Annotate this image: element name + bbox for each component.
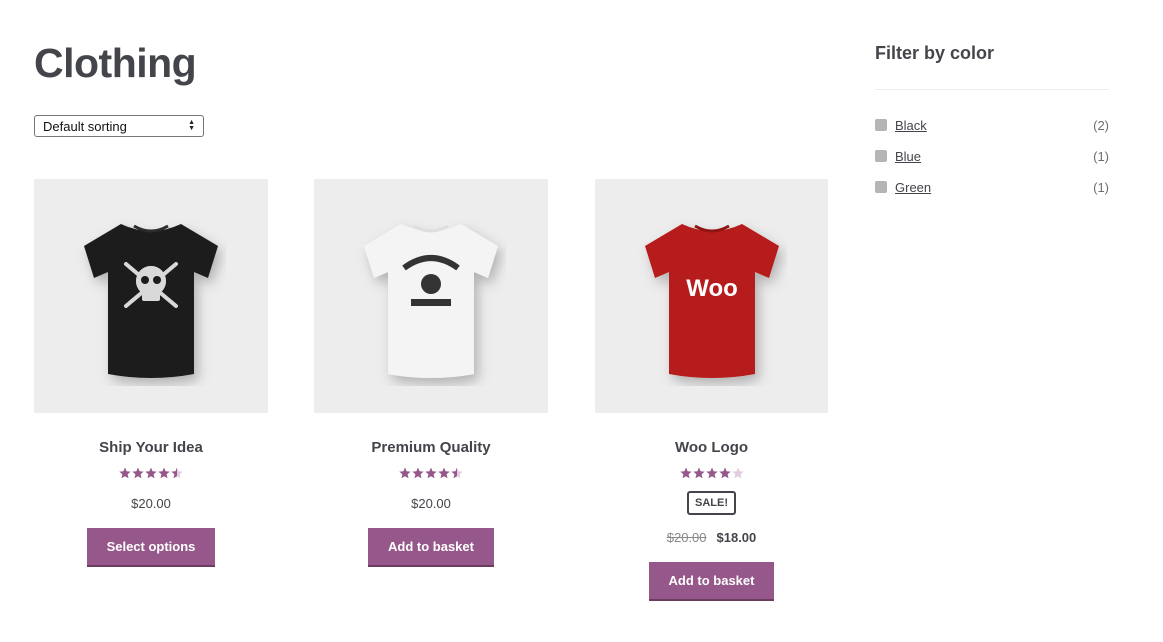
- shirt-graphic-text: Woo: [686, 275, 738, 302]
- filter-link[interactable]: Green: [895, 180, 1093, 195]
- product-card: Woo Woo Logo Sale! $20.00 $18.00 Add to b…: [595, 179, 828, 601]
- divider: [875, 89, 1109, 90]
- star-icon: [692, 467, 705, 479]
- star-icon: [679, 467, 692, 479]
- star-icon: [705, 467, 718, 479]
- filter-count: (2): [1093, 117, 1109, 133]
- price-amount: $20.00: [131, 496, 171, 511]
- star-icon: [425, 467, 437, 479]
- tshirt-black-icon: [84, 224, 218, 378]
- product-title[interactable]: Ship Your Idea: [34, 439, 268, 457]
- product-price: $20.00 $18.00: [595, 530, 828, 545]
- filter-count: (1): [1093, 148, 1109, 164]
- filter-item-blue: Blue (1): [875, 144, 1109, 175]
- product-image[interactable]: [314, 179, 548, 413]
- old-price: $20.00: [666, 530, 707, 545]
- price-amount: $18.00: [716, 530, 757, 545]
- widget-title: Filter by color: [875, 43, 995, 63]
- sort-select-value: Default sorting: [43, 118, 127, 134]
- star-icon: [718, 467, 731, 479]
- tshirt-white-icon: [364, 224, 498, 378]
- sort-select[interactable]: Default sorting ▲ ▼: [34, 115, 204, 137]
- star-rating: [34, 467, 268, 481]
- product-price: $20.00: [34, 496, 268, 511]
- filter-item-green: Green (1): [875, 175, 1109, 206]
- price-amount: $20.00: [411, 496, 451, 511]
- color-filter-list: Black (2) Blue (1) Green (1): [875, 113, 1109, 206]
- star-icon: [412, 467, 424, 479]
- product-title[interactable]: Woo Logo: [595, 439, 828, 457]
- add-to-basket-button[interactable]: Add to basket: [648, 562, 775, 601]
- checkbox-icon[interactable]: [875, 181, 887, 193]
- product-image[interactable]: [34, 179, 268, 413]
- page-title: Clothing: [34, 40, 197, 86]
- star-icon: [399, 467, 411, 479]
- star-icon: [132, 467, 144, 479]
- stars-icon: [119, 467, 183, 479]
- star-icon: [438, 467, 450, 479]
- product-image[interactable]: Woo: [595, 179, 828, 413]
- star-icon: [731, 467, 744, 479]
- star-icon: [145, 467, 157, 479]
- checkbox-icon[interactable]: [875, 150, 887, 162]
- add-to-basket-button[interactable]: Add to basket: [368, 528, 494, 567]
- checkbox-icon[interactable]: [875, 119, 887, 131]
- star-icon: [451, 467, 463, 479]
- product-price: $20.00: [314, 496, 548, 511]
- stars-icon: [399, 467, 463, 479]
- star-icon: [171, 467, 183, 479]
- tshirt-red-icon: Woo: [644, 224, 779, 378]
- filter-count: (1): [1093, 179, 1109, 195]
- star-rating: [314, 467, 548, 481]
- product-title[interactable]: Premium Quality: [314, 439, 548, 457]
- star-icon: [158, 467, 170, 479]
- sale-badge: Sale!: [687, 491, 736, 515]
- select-arrows-icon: ▲ ▼: [188, 119, 195, 132]
- filter-item-black: Black (2): [875, 113, 1109, 144]
- star-icon: [119, 467, 131, 479]
- product-card: Premium Quality $20.00 Add to basket: [314, 179, 548, 567]
- star-rating: [595, 467, 828, 481]
- filter-link[interactable]: Blue: [895, 149, 1093, 164]
- select-options-button[interactable]: Select options: [86, 528, 216, 567]
- filter-link[interactable]: Black: [895, 118, 1093, 133]
- product-card: Ship Your Idea $20.00 Select options: [34, 179, 268, 567]
- stars-icon: [679, 467, 744, 479]
